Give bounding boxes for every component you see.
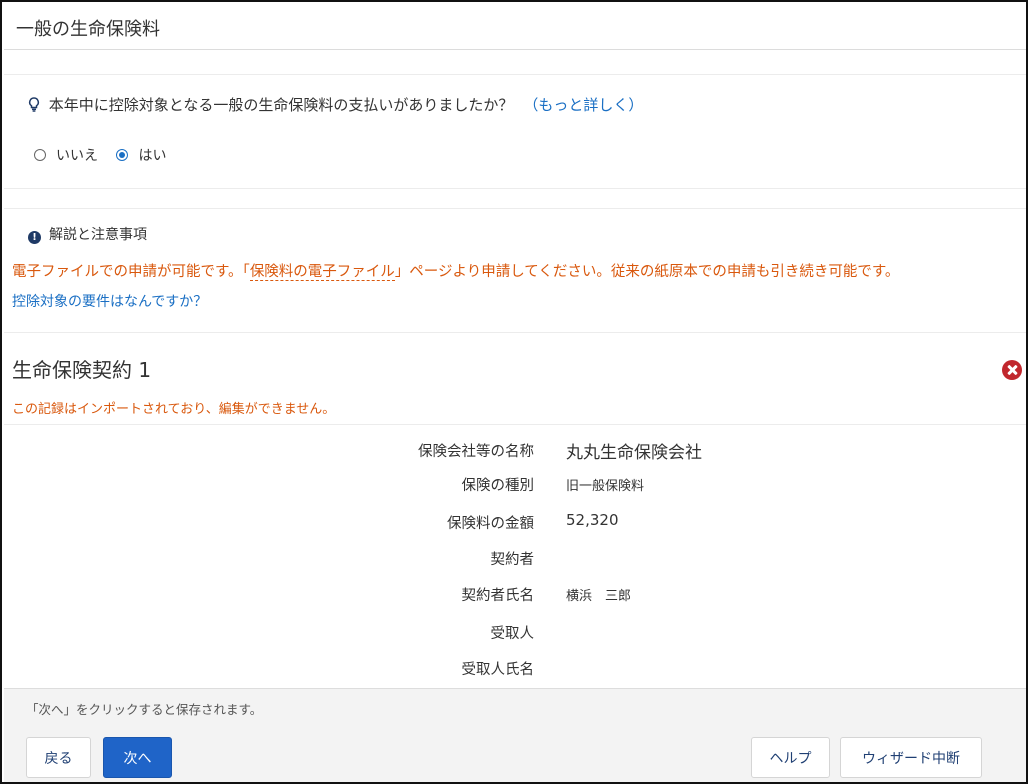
notes-body: 電子ファイルでの申請が可能です。「保険料の電子ファイル」ページより申請してくださ… — [12, 260, 899, 281]
field-row: 受取人 — [4, 620, 1026, 644]
field-row: 保険の種別 旧一般保険料 — [4, 472, 1026, 496]
radio-yes-label: はい — [138, 148, 167, 164]
field-label: 保険会社等の名称 — [418, 444, 534, 460]
answer-radio-group: いいえ はい — [34, 145, 180, 165]
radio-no[interactable]: いいえ — [34, 145, 98, 165]
page-title: 一般の生命保険料 — [16, 19, 160, 40]
lightbulb-icon — [28, 97, 40, 112]
info-icon: ! — [28, 231, 41, 244]
close-circle-icon[interactable] — [1002, 360, 1022, 380]
field-label: 契約者 — [490, 552, 535, 568]
field-row: 契約者氏名 横浜 三郎 — [4, 582, 1026, 606]
field-row: 契約者 — [4, 546, 1026, 570]
field-row: 保険会社等の名称 丸丸生命保険会社 — [4, 438, 1026, 463]
more-details-link[interactable]: （もっと詳しく） — [523, 96, 643, 114]
field-value: 横浜 三郎 — [566, 589, 632, 604]
radio-no-label: いいえ — [56, 148, 98, 164]
field-label: 受取人 — [490, 626, 535, 642]
divider — [4, 424, 1026, 425]
divider — [4, 208, 1026, 209]
field-row: 受取人氏名 — [4, 656, 1026, 680]
radio-no-indicator[interactable] — [34, 149, 46, 161]
save-hint: 「次へ」をクリックすると保存されます。 — [26, 702, 263, 717]
field-value: 旧一般保険料 — [566, 479, 645, 494]
divider — [4, 74, 1026, 75]
next-button[interactable]: 次へ — [103, 737, 172, 778]
import-warning: この記録はインポートされており、編集ができません。 — [12, 402, 336, 417]
field-row: 保険料の金額 52,320 — [4, 510, 1026, 534]
notes-body-pre: 電子ファイルでの申請が可能です。「 — [12, 264, 250, 280]
question-text: 本年中に控除対象となる一般の生命保険料の支払いがありましたか？ — [48, 96, 514, 114]
help-button[interactable]: ヘルプ — [751, 737, 830, 778]
notes-body-post: 」ページより申請してください。従来の紙原本での申請も引き続き可能です。 — [394, 264, 900, 280]
contract-title: 生命保険契約 1 — [12, 358, 152, 382]
field-value: 丸丸生命保険会社 — [566, 443, 702, 463]
field-label: 契約者氏名 — [461, 588, 535, 604]
question-row: 本年中に控除対象となる一般の生命保険料の支払いがありましたか？ （もっと詳しく） — [28, 94, 643, 115]
wizard-window: 一般の生命保険料 本年中に控除対象となる一般の生命保険料の支払いがありましたか？… — [0, 0, 1028, 784]
requirements-link[interactable]: 控除対象の要件はなんですか？ — [12, 291, 207, 311]
field-value: 52,320 — [566, 511, 619, 529]
page-header: 一般の生命保険料 — [4, 4, 1026, 50]
radio-yes-indicator[interactable] — [116, 149, 129, 161]
divider — [4, 188, 1026, 189]
notes-heading-text: 解説と注意事項 — [49, 227, 147, 243]
field-label: 保険料の金額 — [447, 516, 534, 532]
abort-wizard-button[interactable]: ウィザード中断 — [840, 737, 982, 778]
back-button[interactable]: 戻る — [26, 737, 91, 778]
radio-yes[interactable]: はい — [116, 145, 166, 165]
divider — [4, 332, 1026, 333]
wizard-footer: 「次へ」をクリックすると保存されます。 戻る 次へ ヘルプ ウィザード中断 — [4, 688, 1026, 782]
electronic-file-link[interactable]: 保険料の電子ファイル — [249, 264, 395, 281]
field-label: 保険の種別 — [461, 478, 535, 494]
field-label: 受取人氏名 — [461, 662, 535, 678]
notes-heading: ! 解説と注意事項 — [28, 224, 147, 244]
